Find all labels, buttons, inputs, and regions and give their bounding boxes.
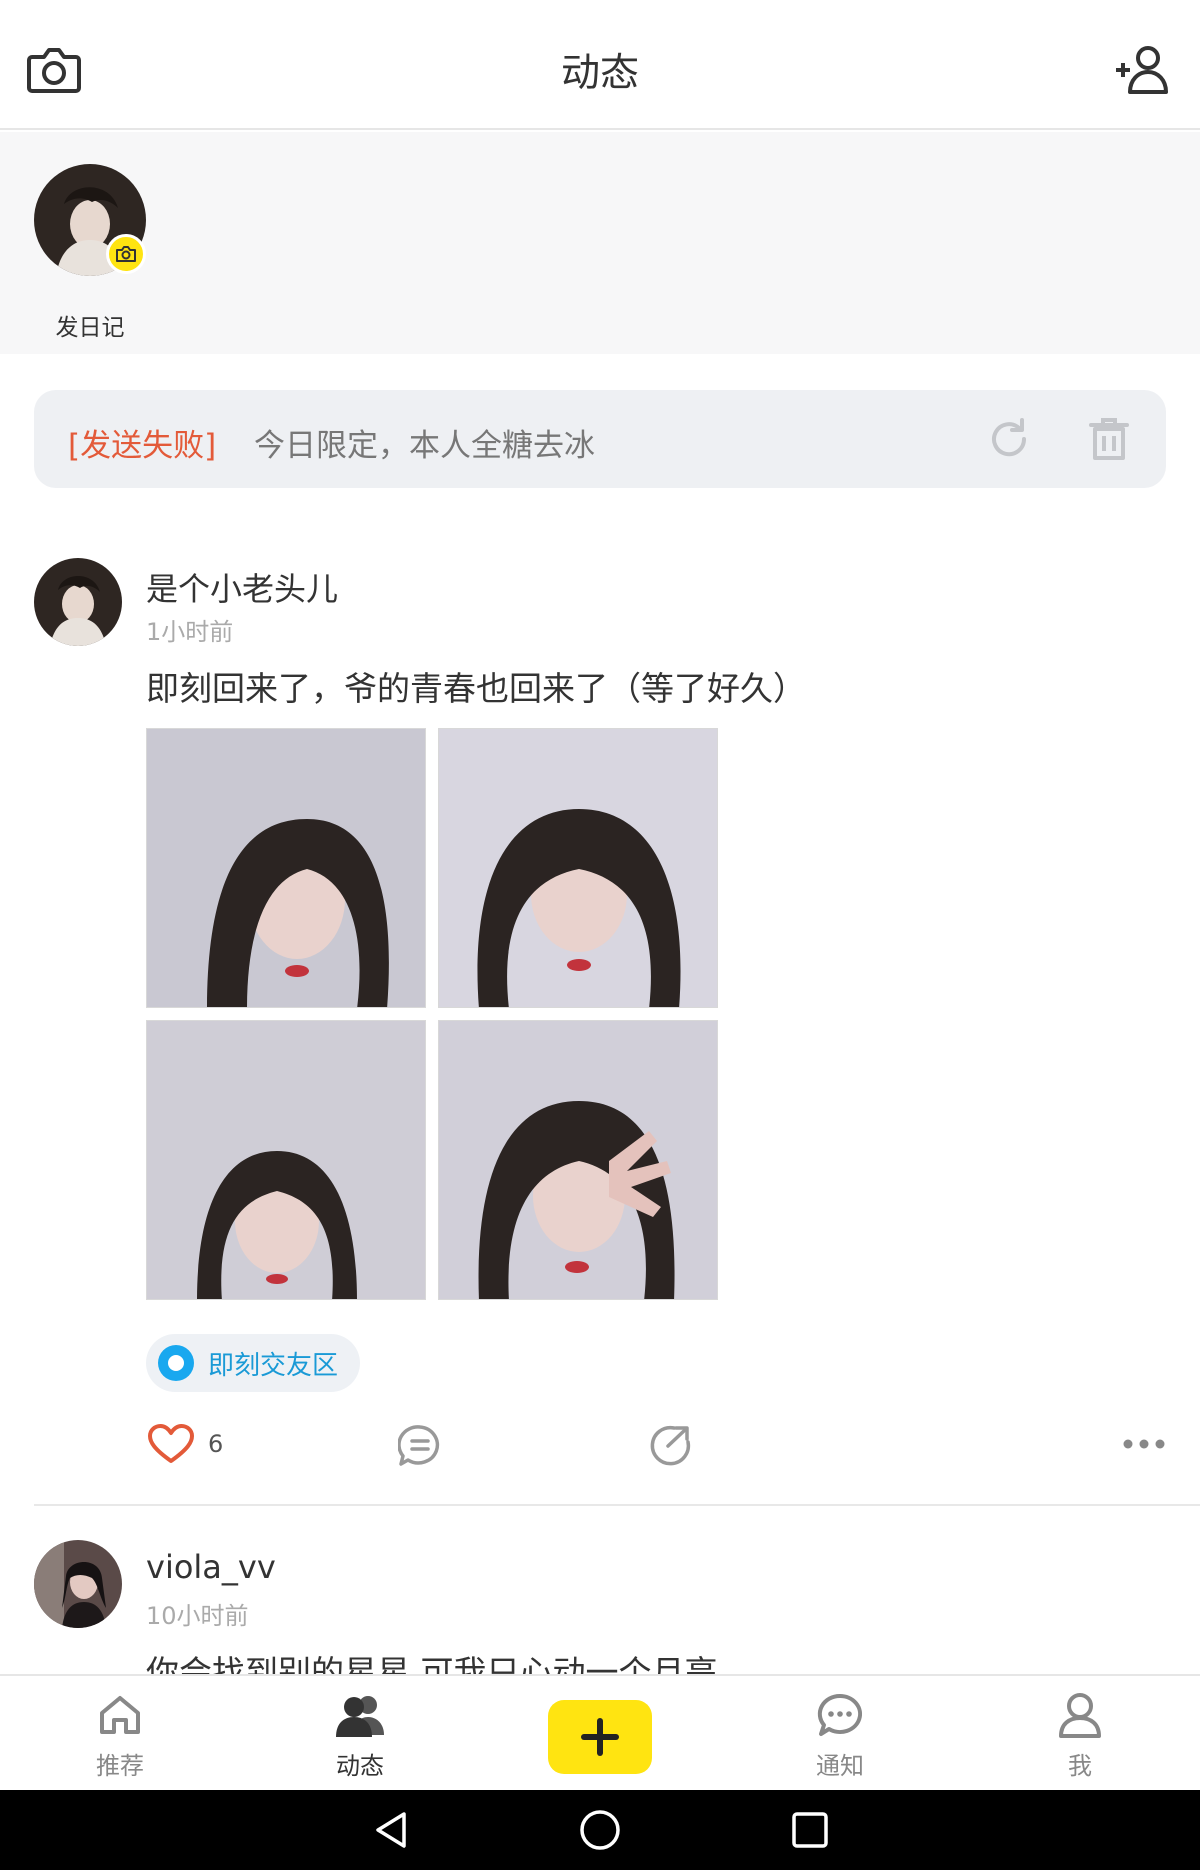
diary-strip: 发日记: [0, 132, 1200, 354]
page-title: 动态: [560, 51, 639, 96]
topic-label: 即刻交友区: [208, 1350, 339, 1381]
camera-badge: [106, 234, 146, 274]
delete-button[interactable]: [1084, 414, 1134, 464]
tab-label: 动态: [336, 1752, 384, 1780]
top-bar: 动态: [0, 0, 1200, 130]
post-image[interactable]: [438, 728, 718, 1008]
recents-button[interactable]: [788, 1808, 832, 1852]
failed-tag: [发送失败]: [68, 428, 217, 464]
back-triangle-icon: [376, 1812, 406, 1848]
chat-bubble-icon: [817, 1693, 863, 1736]
share-icon: [650, 1425, 691, 1466]
post-time: 10小时前: [146, 1602, 249, 1630]
add-user-icon: [1116, 46, 1168, 94]
person-icon: [1059, 1693, 1101, 1738]
more-dots-icon: [1123, 1439, 1165, 1449]
like-count: 6: [208, 1430, 224, 1458]
like-button[interactable]: 6: [148, 1424, 223, 1464]
post-time: 1小时前: [146, 618, 234, 646]
avatar[interactable]: [34, 1540, 122, 1628]
post-actions: 6: [0, 1418, 1200, 1478]
post-image[interactable]: [438, 1020, 718, 1300]
trash-icon: [1089, 418, 1129, 460]
avatar[interactable]: [34, 558, 122, 646]
people-icon: [336, 1696, 384, 1737]
retry-button[interactable]: [984, 414, 1034, 464]
share-button[interactable]: [648, 1424, 692, 1466]
failed-message: 今日限定，本人全糖去冰: [254, 428, 595, 464]
post-divider: [34, 1504, 1200, 1506]
post-username[interactable]: viola_vv: [146, 1548, 276, 1586]
home-icon: [100, 1696, 140, 1734]
recents-square-icon: [792, 1812, 828, 1848]
tab-label: 我: [1068, 1752, 1092, 1780]
topic-icon: [158, 1345, 194, 1381]
post-diary-label[interactable]: 发日记: [30, 308, 150, 342]
tab-me[interactable]: 我: [1020, 1690, 1140, 1781]
camera-icon: [116, 246, 136, 262]
heart-icon: [148, 1424, 194, 1463]
system-nav-bar: [0, 1790, 1200, 1870]
plus-icon: [581, 1718, 619, 1756]
tab-feed[interactable]: 动态: [300, 1690, 420, 1781]
add-friend-button[interactable]: [1112, 38, 1176, 102]
tab-label: 推荐: [96, 1752, 144, 1780]
create-post-button[interactable]: [548, 1700, 652, 1774]
tab-recommend[interactable]: 推荐: [60, 1690, 180, 1781]
more-button[interactable]: [1122, 1438, 1166, 1450]
home-nav-button[interactable]: [578, 1808, 622, 1852]
comment-icon: [398, 1425, 440, 1466]
post-text: 即刻回来了，爷的青春也回来了（等了好久）: [146, 669, 806, 708]
refresh-icon: [992, 418, 1027, 457]
back-button[interactable]: [370, 1808, 414, 1852]
post-image[interactable]: [146, 728, 426, 1008]
comment-button[interactable]: [398, 1424, 442, 1466]
failed-post-banner: [发送失败] 今日限定，本人全糖去冰: [34, 390, 1166, 488]
post-username[interactable]: 是个小老头儿: [146, 564, 338, 610]
post-image[interactable]: [146, 1020, 426, 1300]
home-circle-icon: [580, 1810, 620, 1850]
bottom-tab-bar: 推荐 动态 通知 我: [0, 1674, 1200, 1790]
tab-notifications[interactable]: 通知: [780, 1690, 900, 1781]
topic-chip[interactable]: 即刻交友区: [146, 1334, 361, 1392]
tab-label: 通知: [816, 1752, 864, 1780]
